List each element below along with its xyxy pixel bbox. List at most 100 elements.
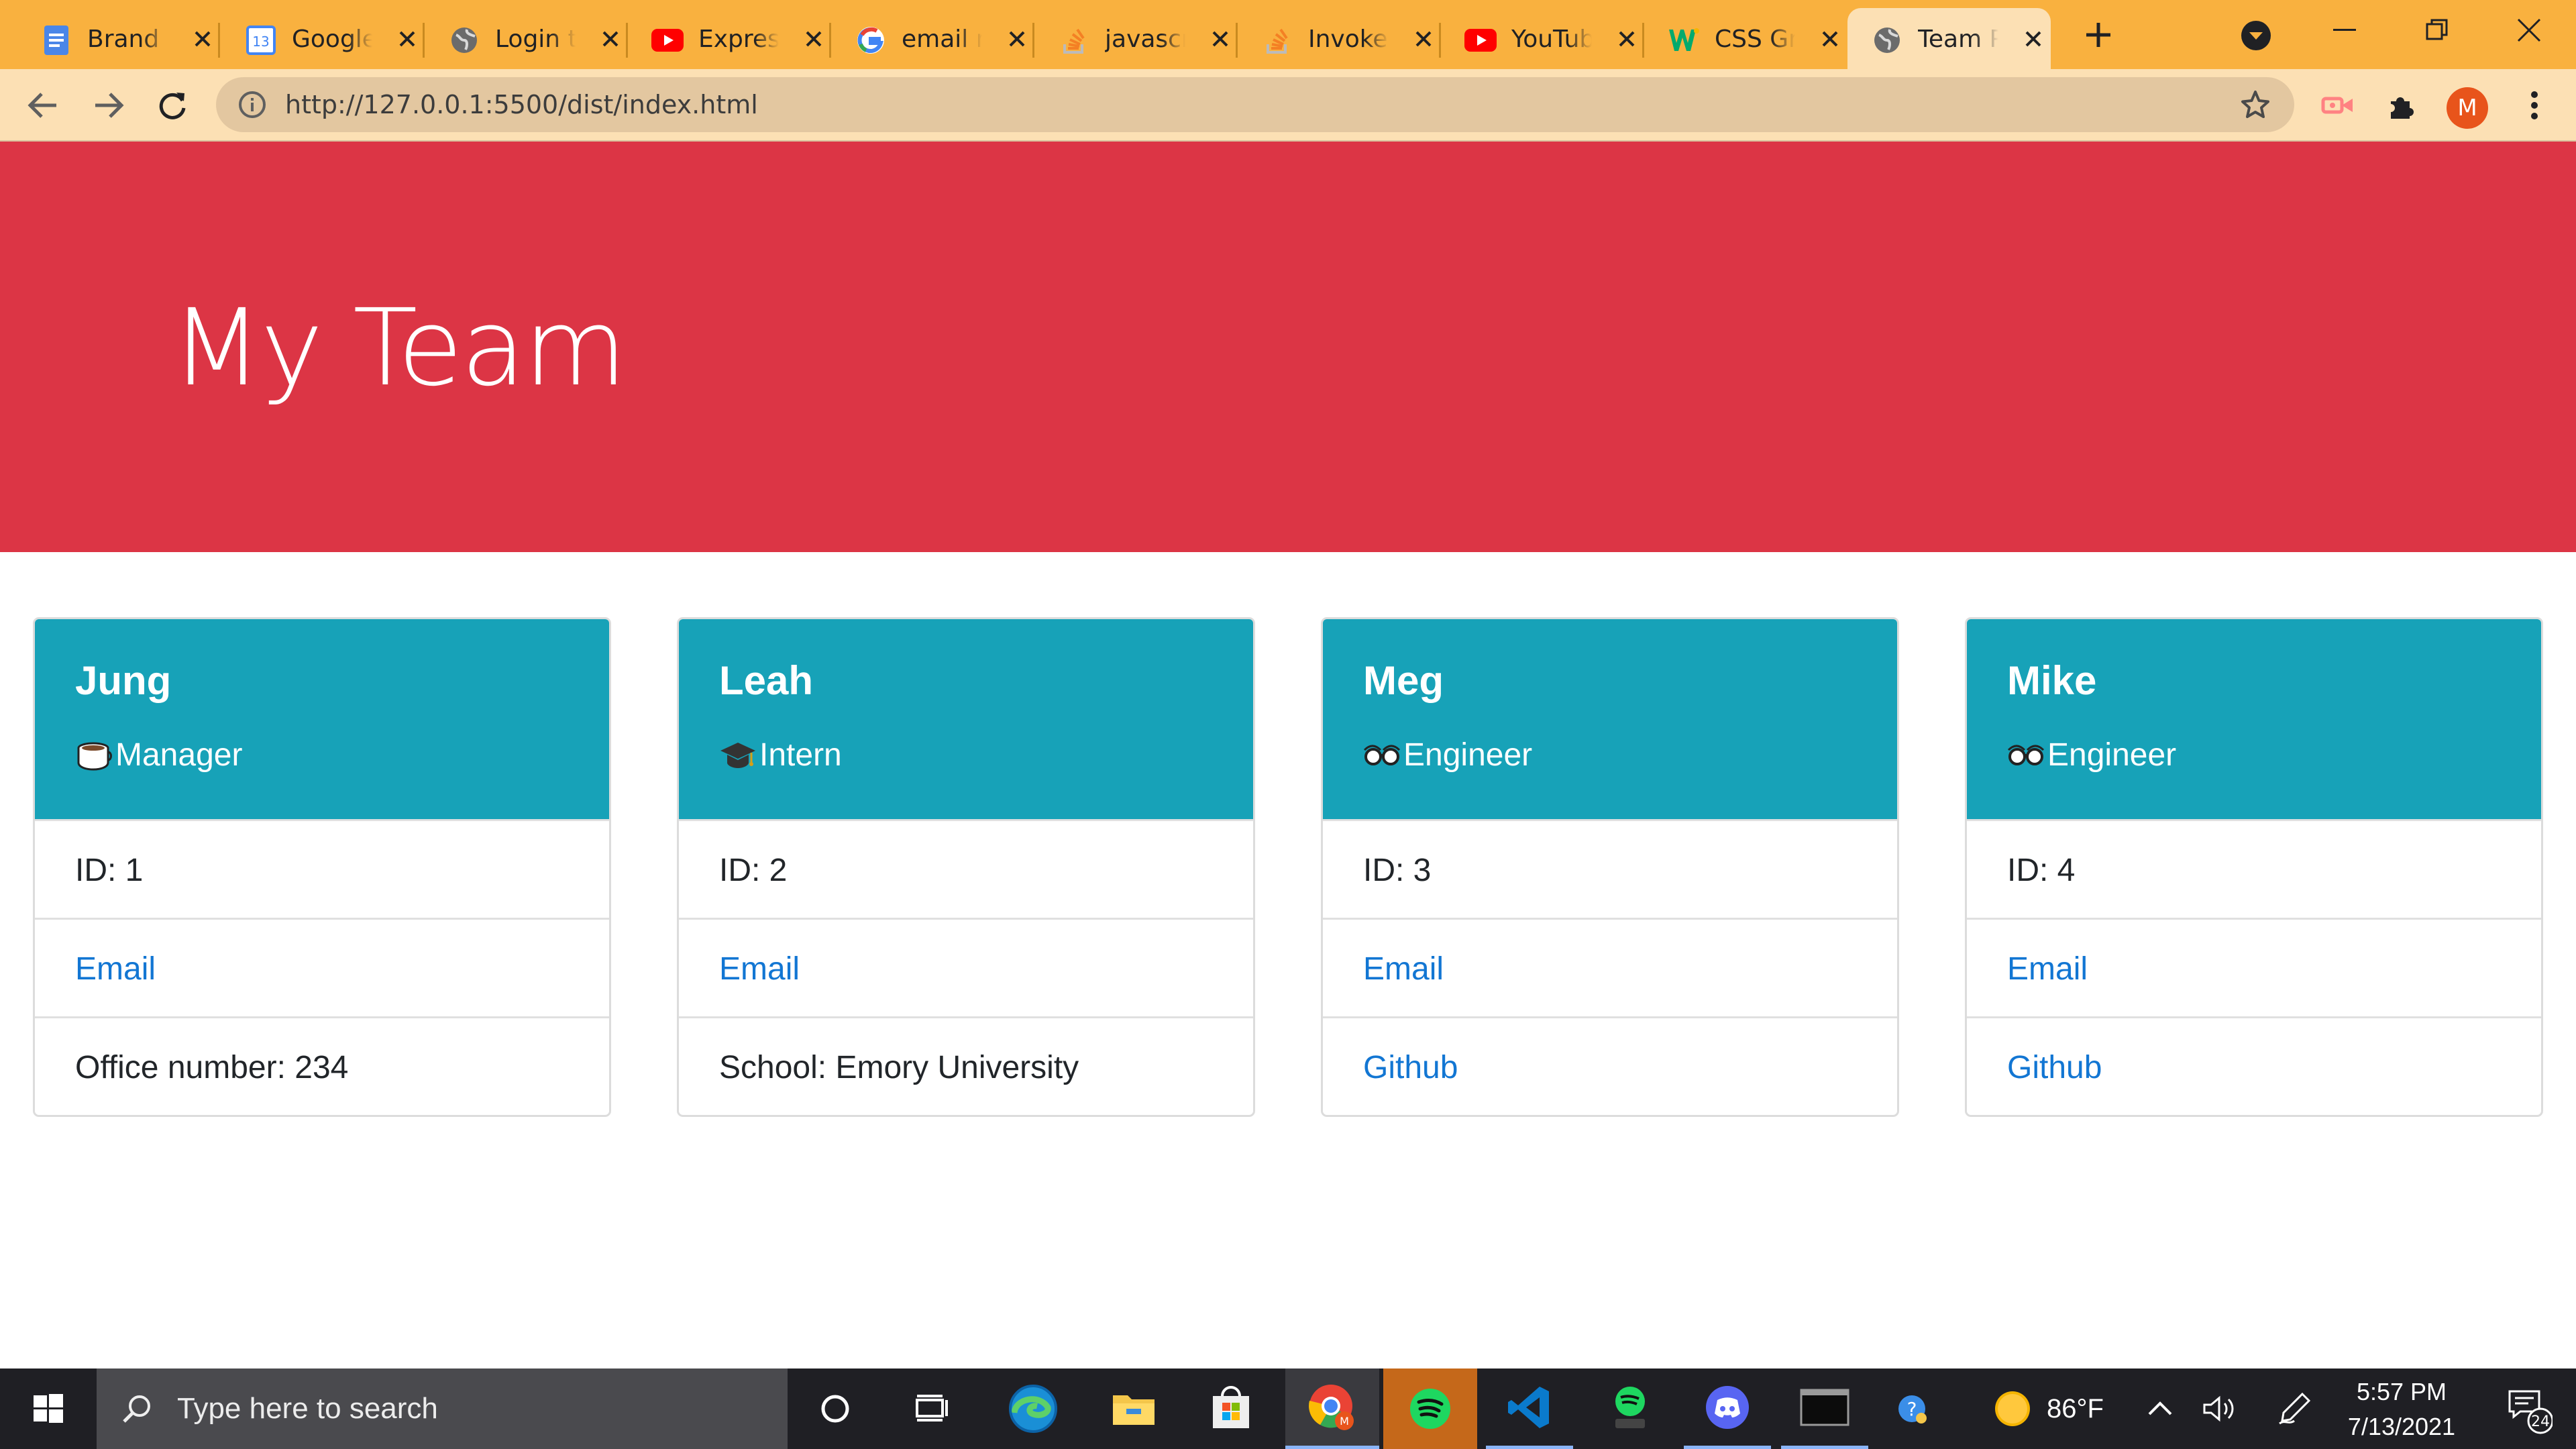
taskbar-search-box[interactable]: Type here to search	[97, 1368, 788, 1449]
tab-css-grid[interactable]: CSS Gr	[1644, 8, 1847, 69]
employee-card: Leah Intern ID: 2 Email School: Emory Un…	[677, 617, 1255, 1117]
globe-icon	[448, 24, 480, 56]
tab-express[interactable]: Express	[628, 8, 831, 69]
reload-icon[interactable]	[151, 84, 194, 127]
svg-text:M: M	[1340, 1415, 1349, 1428]
volume-icon[interactable]	[2197, 1368, 2244, 1449]
tab-title: Login t	[495, 25, 576, 53]
site-info-icon[interactable]	[236, 89, 268, 121]
globe-icon	[1871, 24, 1903, 56]
chrome-taskbar-icon[interactable]: M	[1285, 1368, 1379, 1449]
close-icon[interactable]	[1409, 24, 1438, 54]
close-icon[interactable]	[188, 24, 217, 54]
forward-arrow-icon[interactable]	[87, 84, 130, 127]
windows-start-icon[interactable]	[0, 1368, 97, 1449]
tab-youtube[interactable]: YouTub	[1441, 8, 1644, 69]
svg-text:?: ?	[1907, 1398, 1917, 1420]
employee-card: Mike Engineer ID: 4 Email Github	[1965, 617, 2543, 1117]
w3schools-icon	[1668, 24, 1700, 56]
stackoverflow-icon	[1058, 24, 1090, 56]
close-icon[interactable]	[596, 24, 625, 54]
close-icon[interactable]	[799, 24, 828, 54]
menu-dots-icon[interactable]	[2513, 84, 2556, 127]
discord-icon[interactable]	[1684, 1368, 1771, 1449]
tab-team-profile[interactable]: Team P	[1847, 8, 2051, 69]
help-icon[interactable]: ?	[1878, 1368, 1945, 1449]
tab-title: Team P	[1918, 25, 1998, 53]
profile-avatar[interactable]: M	[2447, 87, 2488, 129]
role-label: Engineer	[1403, 737, 1533, 773]
tab-title: YouTub	[1511, 25, 1592, 53]
tab-javascript[interactable]: javascr	[1034, 8, 1238, 69]
tab-brand[interactable]: Brand S	[17, 8, 220, 69]
role-label: Engineer	[2047, 737, 2177, 773]
tab-invoke[interactable]: Invoke	[1238, 8, 1441, 69]
system-clock[interactable]: 5:57 PM 7/13/2021	[2314, 1368, 2489, 1449]
tab-title: CSS Gr	[1715, 25, 1795, 53]
card-header: Leah Intern	[679, 619, 1253, 819]
search-placeholder: Type here to search	[177, 1392, 438, 1425]
role-label: Intern	[759, 737, 842, 773]
tab-google-calendar[interactable]: 13 Google	[221, 8, 425, 69]
coffee-mug-icon	[75, 737, 113, 774]
screencastify-extension-icon[interactable]	[2316, 84, 2359, 127]
card-header: Jung Manager	[35, 619, 609, 819]
email-link[interactable]: Email	[1967, 918, 2541, 1016]
employee-card: Meg Engineer ID: 3 Email Github	[1321, 617, 1899, 1117]
spotify-alt-icon[interactable]	[1587, 1368, 1674, 1449]
close-icon[interactable]	[2019, 24, 2048, 54]
youtube-icon	[1464, 24, 1497, 56]
office-number: Office number: 234	[35, 1016, 609, 1115]
spotify-icon[interactable]	[1383, 1368, 1477, 1449]
windows-taskbar: Type here to search M ? 86°F 5:57 PM 7/1…	[0, 1368, 2576, 1449]
notification-center-icon[interactable]: 24	[2492, 1368, 2566, 1449]
back-arrow-icon[interactable]	[21, 84, 64, 127]
google-calendar-icon: 13	[245, 24, 277, 56]
task-view-icon[interactable]	[896, 1368, 969, 1449]
tab-title: javascr	[1105, 25, 1185, 53]
github-link[interactable]: Github	[1967, 1016, 2541, 1115]
card-header: Mike Engineer	[1967, 619, 2541, 819]
tab-search-icon[interactable]	[2238, 17, 2274, 54]
new-tab-plus-icon[interactable]	[2080, 16, 2117, 54]
close-icon[interactable]	[1205, 24, 1235, 54]
employee-id: ID: 2	[679, 819, 1253, 918]
github-link[interactable]: Github	[1323, 1016, 1897, 1115]
chevron-up-icon[interactable]	[2140, 1368, 2180, 1449]
email-link[interactable]: Email	[679, 918, 1253, 1016]
minimize-icon[interactable]	[2311, 7, 2378, 54]
employee-name: Mike	[2007, 658, 2097, 703]
close-icon[interactable]	[1815, 24, 1845, 54]
employee-name: Jung	[75, 658, 172, 703]
edge-browser-icon[interactable]	[996, 1368, 1070, 1449]
vscode-icon[interactable]	[1486, 1368, 1573, 1449]
file-explorer-icon[interactable]	[1097, 1368, 1171, 1449]
bookmark-star-icon[interactable]	[2239, 89, 2271, 121]
employee-card: Jung Manager ID: 1 Email Office number: …	[33, 617, 611, 1117]
address-bar[interactable]: http://127.0.0.1:5500/dist/index.html	[216, 77, 2294, 132]
search-icon	[117, 1368, 157, 1449]
stackoverflow-icon	[1261, 24, 1293, 56]
email-link[interactable]: Email	[1323, 918, 1897, 1016]
close-icon[interactable]	[1002, 24, 1032, 54]
tab-email[interactable]: email n	[831, 8, 1034, 69]
tab-login[interactable]: Login t	[425, 8, 628, 69]
pen-ink-icon[interactable]	[2271, 1368, 2318, 1449]
employee-name: Meg	[1363, 658, 1444, 703]
close-icon[interactable]	[1612, 24, 1642, 54]
weather-widget[interactable]: 86°F	[1982, 1368, 2143, 1449]
microsoft-store-icon[interactable]	[1194, 1368, 1268, 1449]
terminal-icon[interactable]	[1781, 1368, 1868, 1449]
employee-role: Intern	[719, 737, 842, 774]
tab-title: email n	[902, 25, 982, 53]
close-window-icon[interactable]	[2496, 7, 2563, 54]
cortana-icon[interactable]	[798, 1368, 872, 1449]
employee-name: Leah	[719, 658, 814, 703]
email-link[interactable]: Email	[35, 918, 609, 1016]
url-text[interactable]: http://127.0.0.1:5500/dist/index.html	[285, 77, 758, 132]
extensions-puzzle-icon[interactable]	[2381, 84, 2424, 127]
close-icon[interactable]	[392, 24, 422, 54]
calendar-day: 13	[252, 34, 269, 50]
tab-title: Brand S	[87, 25, 168, 53]
restore-icon[interactable]	[2404, 7, 2471, 54]
